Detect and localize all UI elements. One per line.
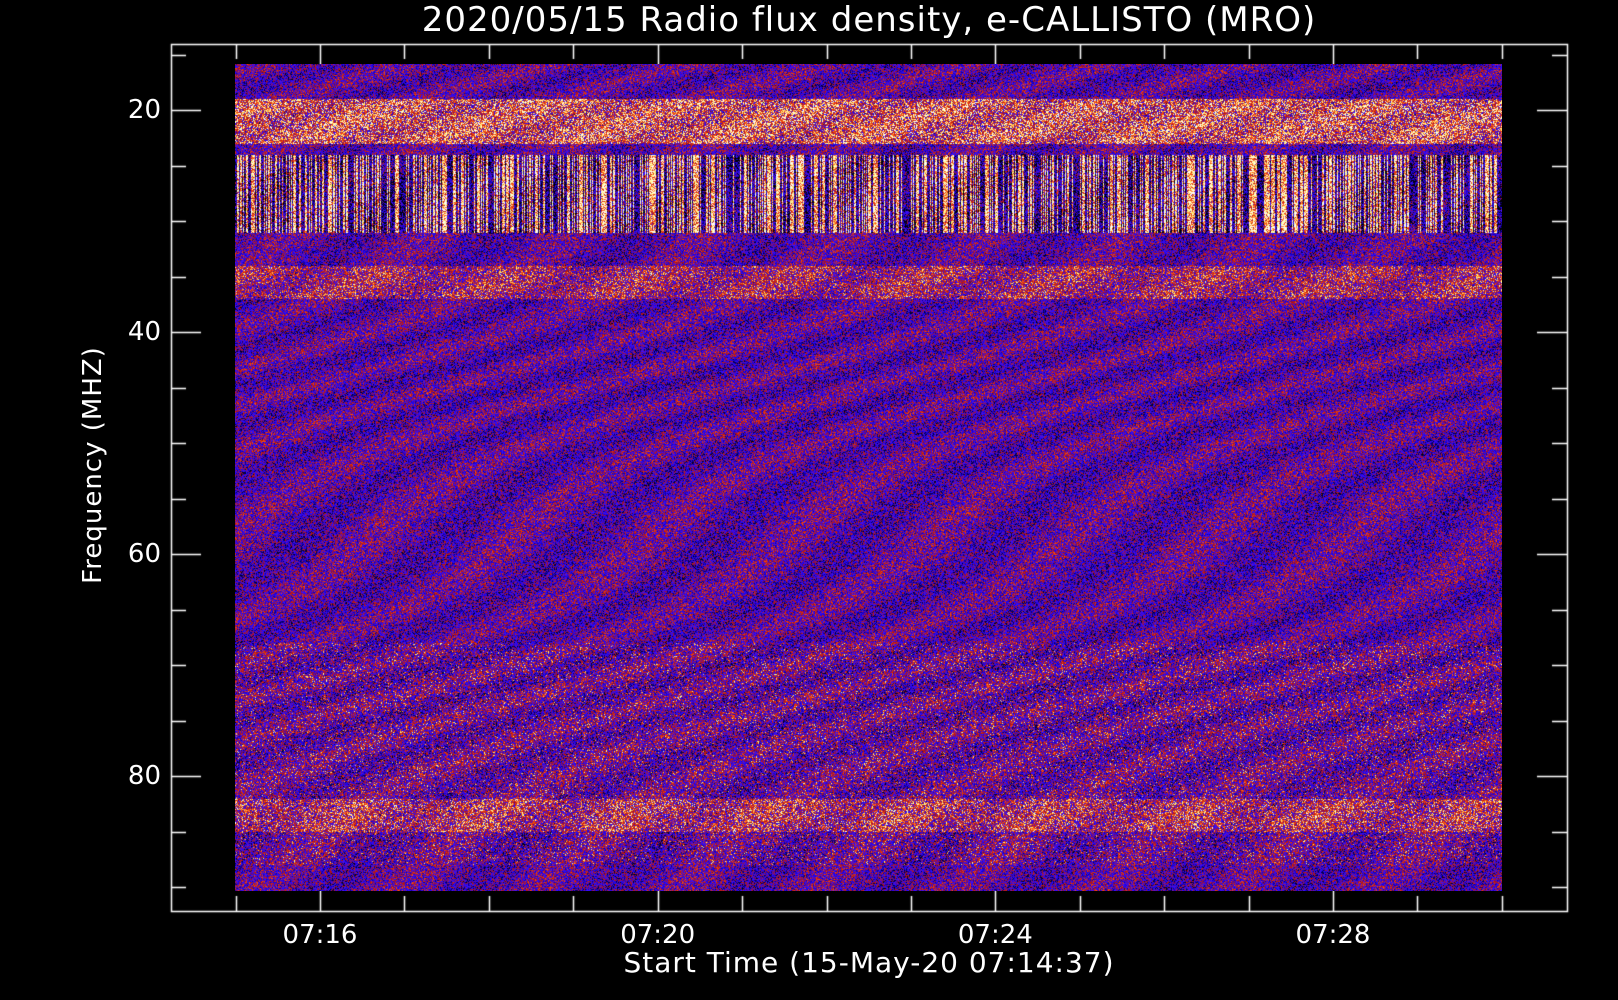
y-tick-label-20: 20 bbox=[127, 95, 161, 125]
x-tick-label-0716: 07:16 bbox=[282, 920, 358, 950]
spectrogram-heatmap bbox=[235, 64, 1502, 891]
y-axis-label: Frequency (MHZ) bbox=[78, 346, 108, 584]
y-tick-label-60: 60 bbox=[127, 539, 161, 569]
x-tick-label-0724: 07:24 bbox=[957, 920, 1033, 950]
x-tick-label-0720: 07:20 bbox=[620, 920, 696, 950]
chart-title: 2020/05/15 Radio flux density, e-CALLIST… bbox=[421, 0, 1317, 40]
x-axis-label: Start Time (15-May-20 07:14:37) bbox=[623, 946, 1115, 979]
x-tick-label-0728: 07:28 bbox=[1295, 920, 1371, 950]
y-tick-label-40: 40 bbox=[127, 317, 161, 347]
y-tick-label-80: 80 bbox=[127, 761, 161, 791]
